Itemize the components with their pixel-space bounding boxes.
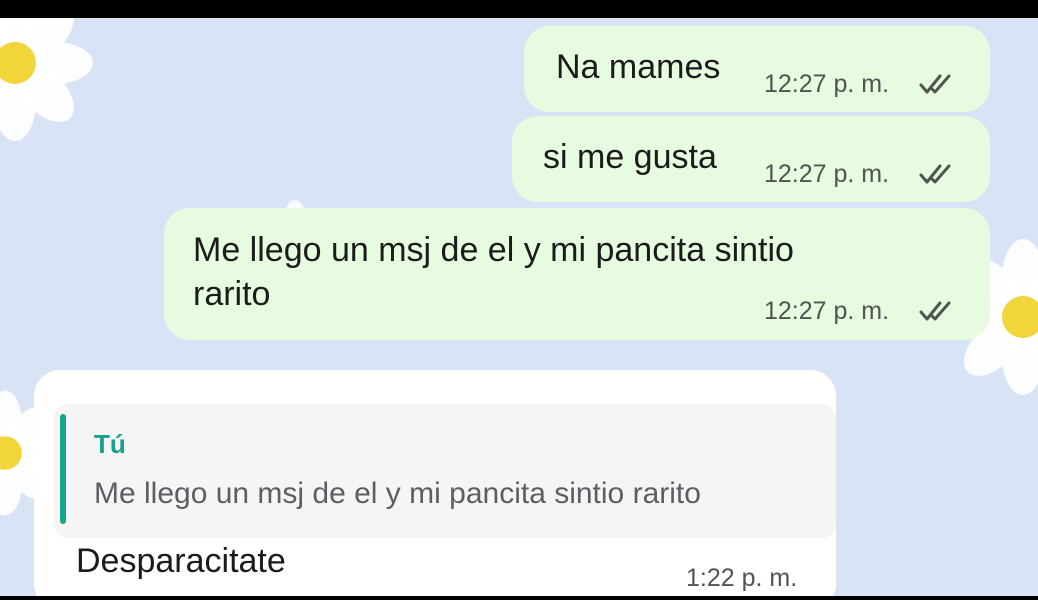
double-check-icon xyxy=(919,164,951,184)
message-timestamp: 12:27 p. m. xyxy=(764,160,890,188)
outgoing-message-bubble[interactable]: Me llego un msj de el y mi pancita sinti… xyxy=(164,208,990,340)
quoted-text: Me llego un msj de el y mi pancita sinti… xyxy=(94,477,701,510)
message-text-line: rarito xyxy=(193,275,271,313)
double-check-icon xyxy=(919,301,951,321)
quoted-author: Tú xyxy=(94,429,126,459)
outgoing-message-bubble[interactable]: Na mames 12:27 p. m. xyxy=(524,26,990,112)
message-text: Desparacitate xyxy=(76,542,286,580)
outgoing-message-bubble[interactable]: si me gusta 12:27 p. m. xyxy=(512,116,990,202)
quoted-message-accent-bar xyxy=(60,414,66,524)
chat-screen: Na mames 12:27 p. m. si me gusta 12:27 p… xyxy=(0,18,1038,596)
message-text: Na mames xyxy=(556,48,721,86)
quoted-message[interactable]: Tú Me llego un msj de el y mi pancita si… xyxy=(54,404,836,538)
message-text-line: Me llego un msj de el y mi pancita sinti… xyxy=(193,231,794,269)
message-timestamp: 1:22 p. m. xyxy=(686,564,798,592)
message-timestamp: 12:27 p. m. xyxy=(764,70,890,98)
message-timestamp: 12:27 p. m. xyxy=(764,297,890,325)
daisy-decoration xyxy=(0,18,93,141)
message-text: si me gusta xyxy=(543,138,717,176)
double-check-icon xyxy=(919,74,951,94)
